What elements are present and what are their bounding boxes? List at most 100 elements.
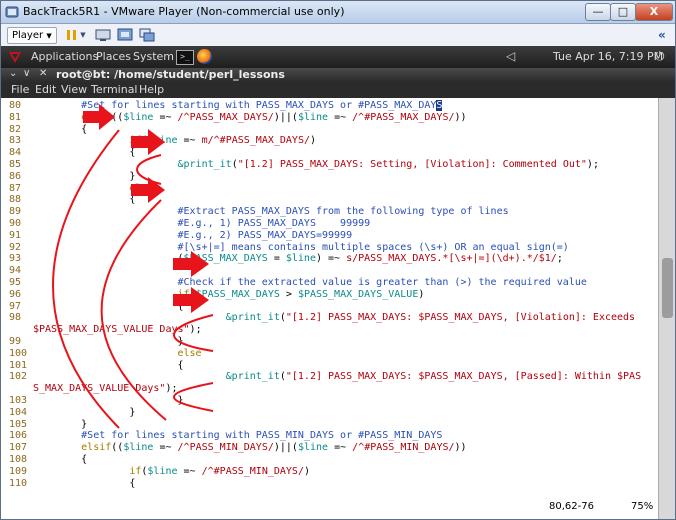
window-menu-icon[interactable]: ⌄ (9, 68, 17, 79)
line-number: 102 (9, 371, 28, 383)
code-text: { (33, 194, 135, 206)
close-button[interactable]: X (635, 3, 673, 21)
code-token: )||( (273, 442, 298, 454)
code-token: ); (165, 383, 178, 395)
code-token: } (33, 170, 136, 182)
line-number: 106 (9, 430, 28, 442)
code-text: if($line =~ m/^#PASS_MAX_DAYS/) (33, 135, 316, 147)
code-token: =~ (153, 442, 178, 454)
code-token: $PASS_MAX_DAYS (195, 288, 280, 300)
player-menu-label: Player (12, 30, 44, 41)
places-menu[interactable]: Places (96, 50, 131, 63)
code-text: ($PASS_MAX_DAYS = $line) =~ s/PASS_MAX_D… (33, 253, 563, 265)
terminal-menubar: File Edit View Terminal Help (1, 82, 675, 98)
pause-dropdown-icon[interactable]: ▼ (79, 28, 87, 42)
code-token: (( (111, 111, 124, 123)
code-text: } (33, 419, 87, 431)
unity-icon[interactable] (139, 28, 155, 42)
line-number: 90 (9, 218, 22, 229)
code-token: )||( (273, 111, 298, 123)
code-token: $PASS_MAX_DAYS_VALUE (297, 288, 419, 300)
code-token: S_MAX_DAYS_VALUE Days" (33, 383, 166, 395)
code-text: &print_it("[1.2] PASS_MAX_DAYS: $PASS_MA… (33, 371, 641, 383)
code-token: $line (147, 135, 178, 147)
code-token: $line (123, 111, 154, 123)
code-text: elsif(($line =~ /^PASS_MAX_DAYS/)||($lin… (33, 111, 466, 124)
send-ctrl-alt-del-icon[interactable] (95, 28, 111, 42)
code-token: #[\s+|=] means contains multiple spaces … (33, 241, 569, 253)
code-token: } (33, 395, 184, 406)
panel-clock[interactable]: Tue Apr 16, 7:19 PM (553, 50, 663, 63)
pause-icon[interactable] (65, 28, 79, 42)
line-number: 82 (9, 123, 22, 135)
code-token: { (33, 147, 136, 159)
code-text: { (33, 301, 183, 313)
line-number: 89 (9, 206, 22, 218)
code-text: } (33, 336, 183, 348)
line-number: 81 (9, 111, 22, 123)
code-token: $line (297, 111, 329, 123)
code-token: "[1.2] PASS_MAX_DAYS: $PASS_MAX_DAYS, [V… (285, 312, 636, 324)
system-menu[interactable]: System (133, 50, 174, 63)
maximize-button[interactable]: □ (610, 3, 636, 21)
volume-icon[interactable]: ◁ (506, 49, 515, 63)
cursor-position: 80,62-76 (549, 501, 594, 512)
code-token: s/PASS_MAX_DAYS.*[\s+|=](\d+).*/$1/ (346, 253, 557, 265)
gnome-top-panel: Applications Places System >_ ◁ Tue Apr … (1, 46, 675, 68)
terminal-close-icon[interactable]: ✕ (39, 68, 47, 79)
code-token: =~ (153, 111, 178, 123)
code-token: ); (189, 324, 202, 336)
terminal-launcher-icon[interactable]: >_ (176, 50, 194, 65)
firefox-launcher-icon[interactable] (197, 49, 212, 64)
line-number: 104 (9, 406, 28, 418)
toolbar-overflow-icon[interactable]: « (658, 28, 666, 42)
fullscreen-icon[interactable] (117, 28, 133, 42)
line-number: 84 (9, 147, 22, 159)
player-menu-button[interactable]: Player ▼ (7, 27, 57, 44)
line-number: 99 (9, 336, 22, 347)
code-token: } (33, 406, 136, 418)
terminal-minimize-icon[interactable]: ∨ (23, 68, 30, 79)
code-token: { (33, 123, 88, 135)
menu-help[interactable]: Help (139, 83, 164, 96)
power-icon[interactable]: ⏻ (655, 49, 665, 64)
scroll-percent: 75% (631, 501, 654, 512)
code-text: &print_it("[1.2] PASS_MAX_DAYS: Setting,… (33, 159, 598, 171)
code-token: ) (309, 135, 317, 147)
code-token: /^#PASS_MIN_DAYS/ (201, 465, 304, 477)
menu-file[interactable]: File (11, 83, 29, 96)
menu-view[interactable]: View (61, 83, 87, 96)
window-title-bar[interactable]: BackTrack5R1 - VMware Player (Non-commer… (1, 1, 675, 24)
code-token: =~ (328, 442, 353, 454)
line-number: 92 (9, 241, 22, 253)
code-token: if (33, 465, 142, 477)
menu-terminal[interactable]: Terminal (91, 83, 138, 96)
code-token: $line (147, 465, 178, 477)
line-number: 94 (9, 265, 22, 277)
code-token: = (267, 253, 286, 265)
code-token: #Check if the extracted value is greater… (33, 277, 587, 288)
terminal-body[interactable]: 80 #Set for lines starting with PASS_MAX… (1, 98, 675, 519)
terminal-scrollbar[interactable] (658, 98, 675, 519)
menu-edit[interactable]: Edit (35, 83, 56, 96)
vim-editor[interactable]: 80 #Set for lines starting with PASS_MAX… (1, 98, 658, 519)
line-number: 87 (9, 182, 22, 194)
terminal-title-bar[interactable]: ⌄ ∨ ✕ root@bt: /home/student/perl_lesson… (1, 68, 675, 82)
code-text: { (33, 360, 183, 372)
code-token: if (33, 135, 142, 147)
code-token: )) (454, 442, 467, 454)
minimize-button[interactable]: — (585, 3, 611, 21)
code-token: elsif (33, 111, 112, 123)
scrollbar-thumb[interactable] (662, 258, 673, 318)
code-token: /^#PASS_MIN_DAYS/ (352, 442, 455, 454)
code-token: &print_it (33, 371, 280, 383)
line-number: 105 (9, 418, 28, 430)
code-text: #Extract PASS_MAX_DAYS from the followin… (33, 206, 508, 218)
backtrack-logo-icon[interactable] (7, 49, 23, 65)
line-number: 96 (9, 288, 22, 300)
code-token: ; (556, 253, 563, 265)
line-number: 91 (9, 229, 22, 241)
line-number: 80 (9, 100, 22, 111)
line-number: 97 (9, 300, 22, 312)
applications-menu[interactable]: Applications (31, 50, 98, 63)
